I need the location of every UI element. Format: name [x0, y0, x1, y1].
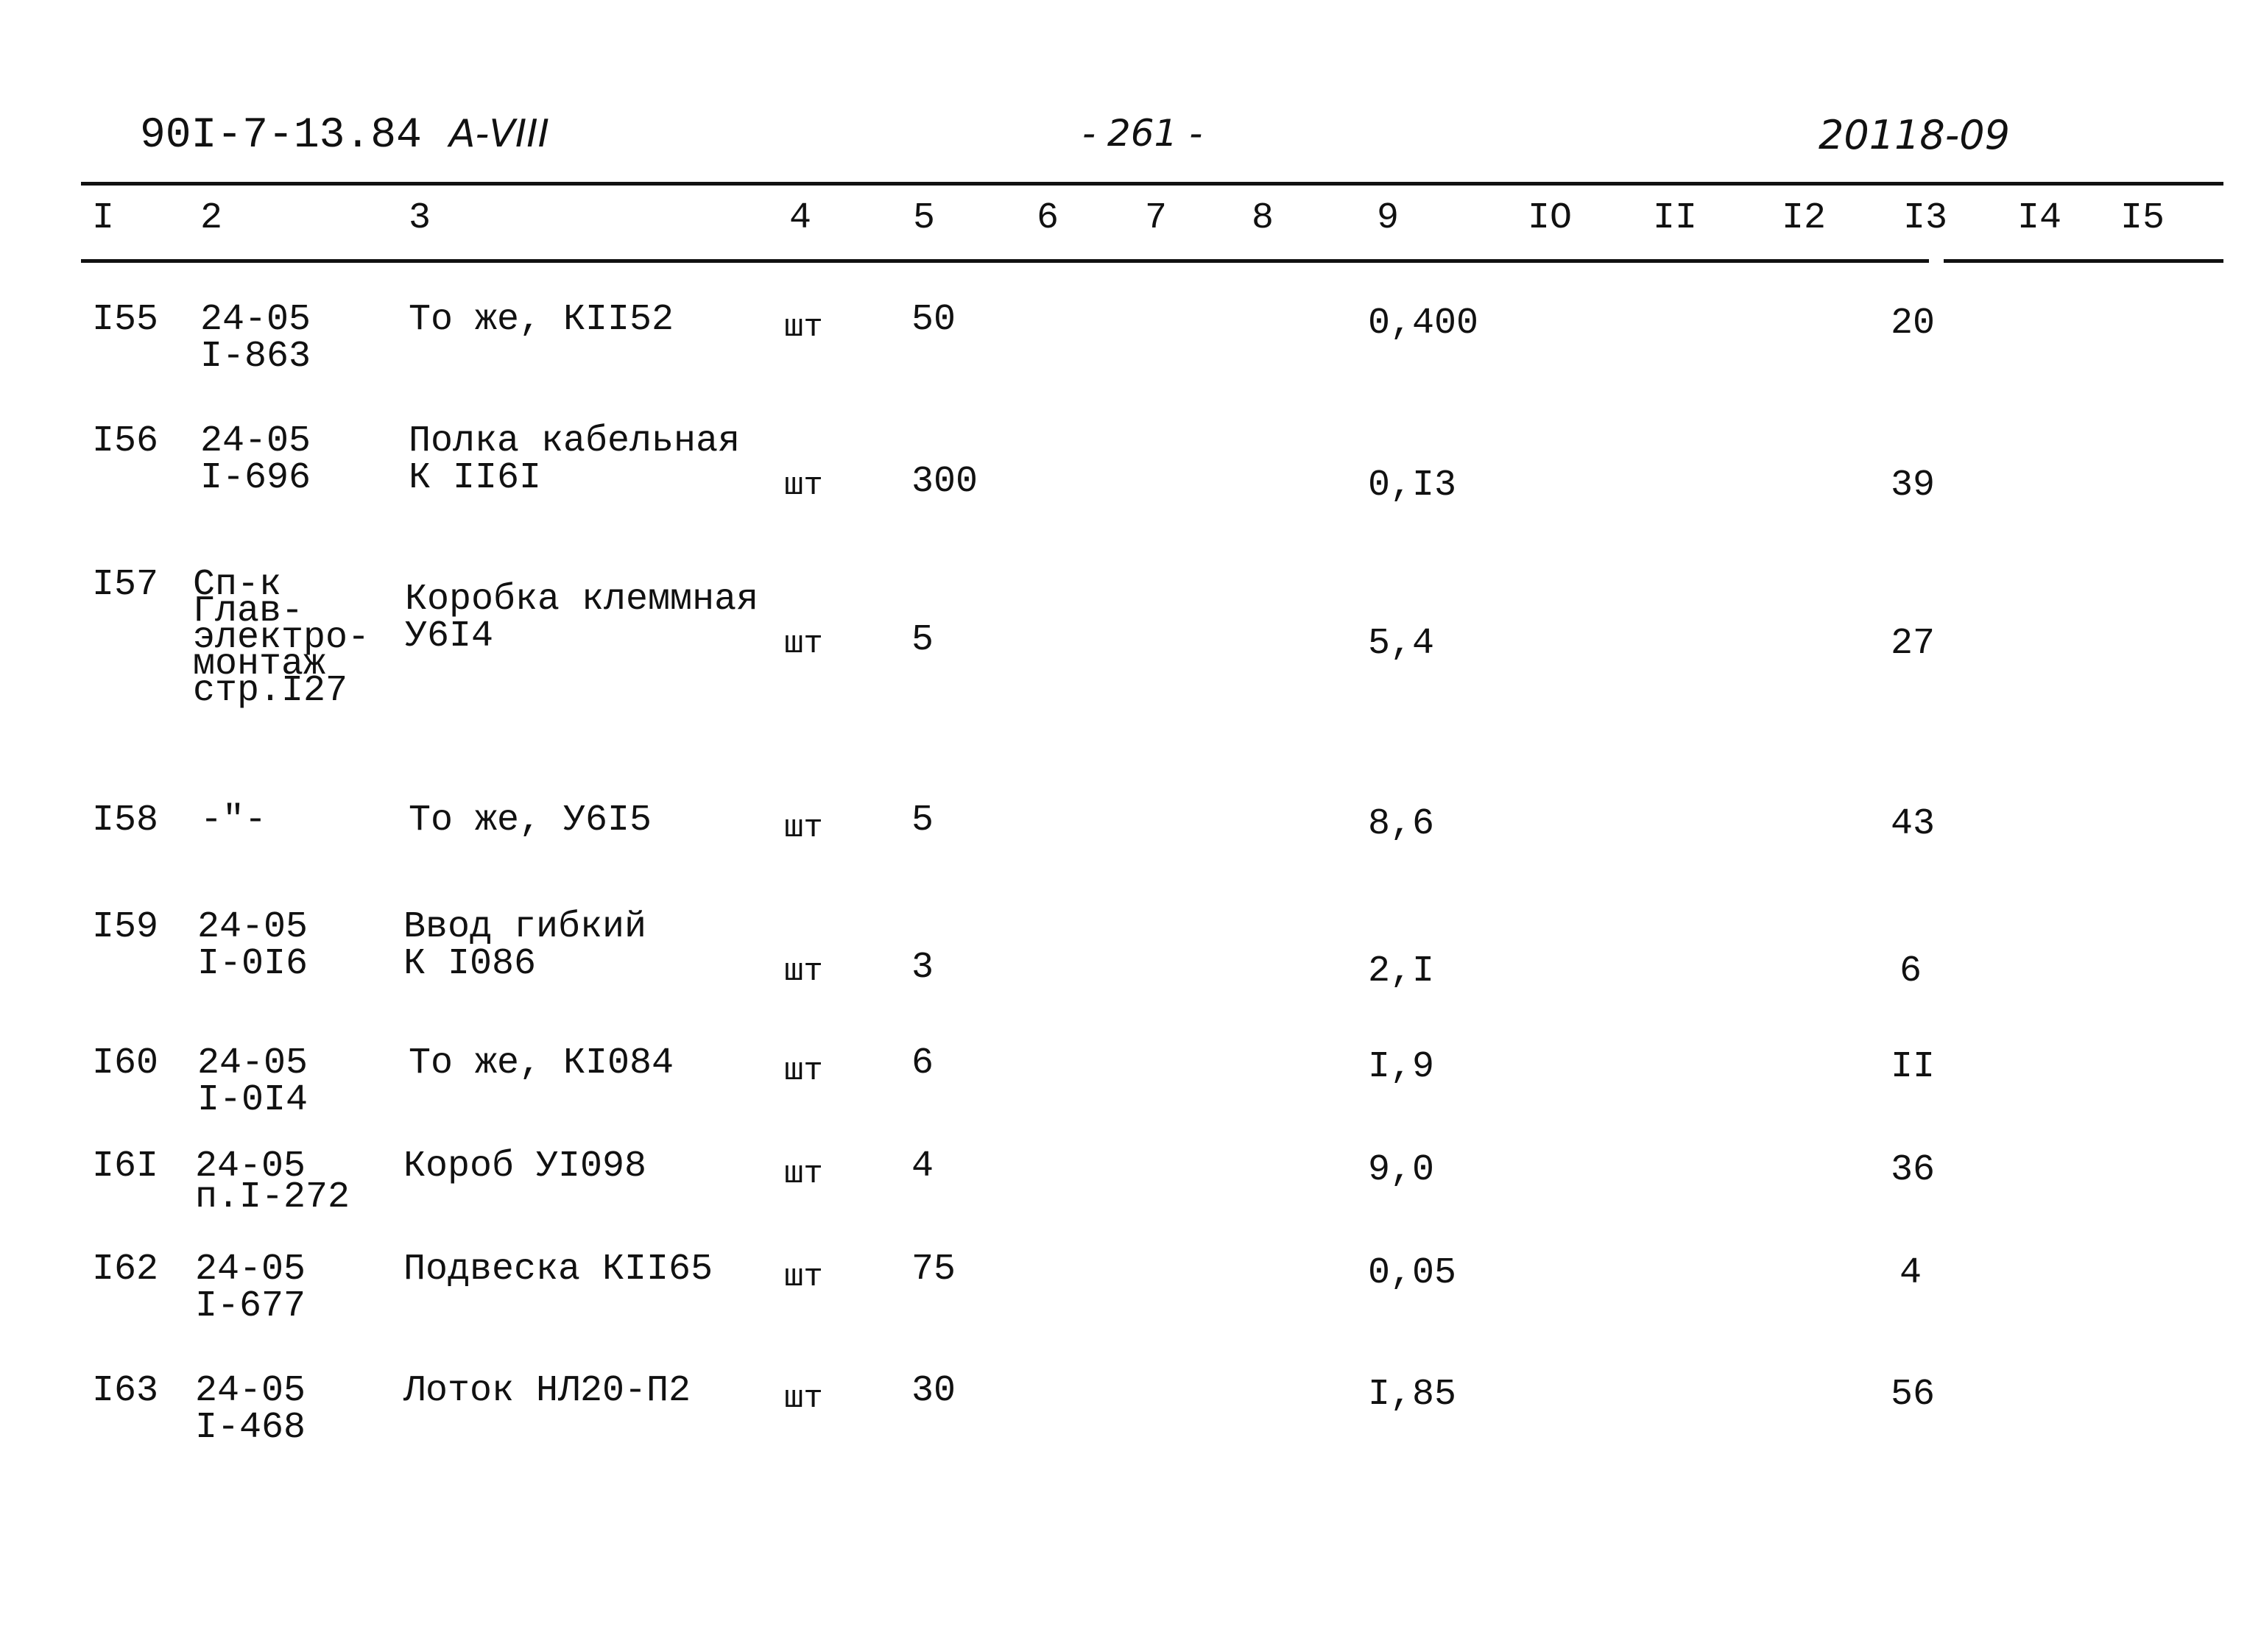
unit-of-measure: шт [784, 1380, 823, 1417]
row-number: I6I [92, 1146, 159, 1187]
quantity: 6 [911, 1042, 934, 1084]
reference-line: I-0I4 [197, 1079, 308, 1121]
unit-of-measure: шт [784, 810, 823, 847]
total-weight: 27 [1891, 623, 1936, 665]
row-number: I57 [92, 564, 159, 606]
column-number: I3 [1903, 197, 1948, 239]
document-code: 90I-7-13.84 [140, 112, 422, 160]
reference-line: I-677 [195, 1285, 306, 1327]
total-weight: 20 [1891, 303, 1936, 345]
reference-line: 24-05 [197, 1042, 308, 1084]
column-number: IO [1528, 197, 1573, 239]
column-number: 6 [1037, 197, 1059, 239]
reference-line: I-696 [200, 457, 311, 499]
unit-weight: I,9 [1368, 1046, 1435, 1088]
row-number: I59 [92, 906, 159, 948]
reference-line: 24-05 [200, 420, 311, 462]
reference-line: 24-05 [195, 1249, 306, 1291]
total-weight: 4 [1900, 1252, 1922, 1294]
header-bottom-rule-left [81, 259, 1929, 263]
item-name-line: К II6I [409, 457, 542, 499]
item-name-line: Ввод гибкий [403, 906, 647, 948]
column-number: 4 [789, 197, 812, 239]
quantity: 4 [911, 1146, 934, 1187]
quantity: 300 [911, 461, 978, 503]
item-name-line: То же, КI084 [409, 1042, 674, 1084]
item-name-line: Коробка клеммная [405, 579, 759, 621]
table-top-rule [81, 182, 2223, 186]
total-weight: 56 [1891, 1374, 1936, 1416]
row-number: I63 [92, 1370, 159, 1412]
unit-weight: 0,400 [1368, 303, 1479, 345]
column-number: 8 [1252, 197, 1274, 239]
reference-line: 24-05 [200, 299, 311, 341]
page-number: - 261 - [1082, 112, 1203, 155]
unit-weight: 0,05 [1368, 1252, 1457, 1294]
unit-weight: 2,I [1368, 950, 1435, 992]
unit-of-measure: шт [784, 1259, 823, 1296]
total-weight: 39 [1891, 465, 1936, 506]
quantity: 30 [911, 1370, 956, 1412]
album-number: А-VIII [449, 112, 549, 156]
unit-weight: 8,6 [1368, 803, 1435, 845]
row-number: I58 [92, 799, 159, 841]
unit-of-measure: шт [784, 309, 823, 346]
column-number: 7 [1145, 197, 1168, 239]
item-name-line: Подвеска КII65 [403, 1249, 713, 1291]
column-number: 5 [913, 197, 936, 239]
unit-weight: I,85 [1368, 1374, 1457, 1416]
header-bottom-rule-right [1944, 259, 2223, 263]
unit-of-measure: шт [784, 1053, 823, 1090]
reference-line: I-0I6 [197, 943, 308, 985]
reference-line: I-468 [195, 1407, 306, 1449]
quantity: 5 [911, 799, 934, 841]
reference-line: I-863 [200, 336, 311, 378]
row-number: I56 [92, 420, 159, 462]
column-number: 2 [200, 197, 223, 239]
item-name-line: Короб УI098 [403, 1146, 647, 1187]
column-number: 9 [1377, 197, 1400, 239]
total-weight: II [1891, 1046, 1936, 1088]
order-number: 20118-09 [1819, 112, 2010, 158]
row-number: I62 [92, 1249, 159, 1291]
column-number: I4 [2017, 197, 2062, 239]
reference-line: п.I-272 [195, 1176, 350, 1218]
column-number: II [1653, 197, 1698, 239]
row-number: I60 [92, 1042, 159, 1084]
item-name-line: К I086 [403, 943, 537, 985]
item-name-line: Лоток НЛ20-П2 [403, 1370, 691, 1412]
item-name-line: То же, У6I5 [409, 799, 652, 841]
unit-weight: 0,I3 [1368, 465, 1457, 506]
quantity: 3 [911, 947, 934, 989]
item-name-line: То же, КII52 [409, 299, 674, 341]
column-number: I2 [1782, 197, 1827, 239]
quantity: 5 [911, 619, 934, 661]
total-weight: 6 [1900, 950, 1922, 992]
total-weight: 43 [1891, 803, 1936, 845]
column-number: I5 [2120, 197, 2165, 239]
row-number: I55 [92, 299, 159, 341]
unit-weight: 9,0 [1368, 1149, 1435, 1191]
reference-line: -"- [200, 799, 267, 841]
reference-line: 24-05 [195, 1370, 306, 1412]
unit-weight: 5,4 [1368, 623, 1435, 665]
quantity: 75 [911, 1249, 956, 1291]
unit-of-measure: шт [784, 626, 823, 663]
column-number: I [92, 197, 115, 239]
reference-line: стр.I27 [193, 670, 348, 712]
item-name-line: Полка кабельная [409, 420, 741, 462]
reference-line: 24-05 [197, 906, 308, 948]
item-name-line: У6I4 [405, 615, 494, 657]
unit-of-measure: шт [784, 467, 823, 504]
total-weight: 36 [1891, 1149, 1936, 1191]
quantity: 50 [911, 299, 956, 341]
unit-of-measure: шт [784, 953, 823, 990]
unit-of-measure: шт [784, 1156, 823, 1193]
column-number: 3 [409, 197, 431, 239]
